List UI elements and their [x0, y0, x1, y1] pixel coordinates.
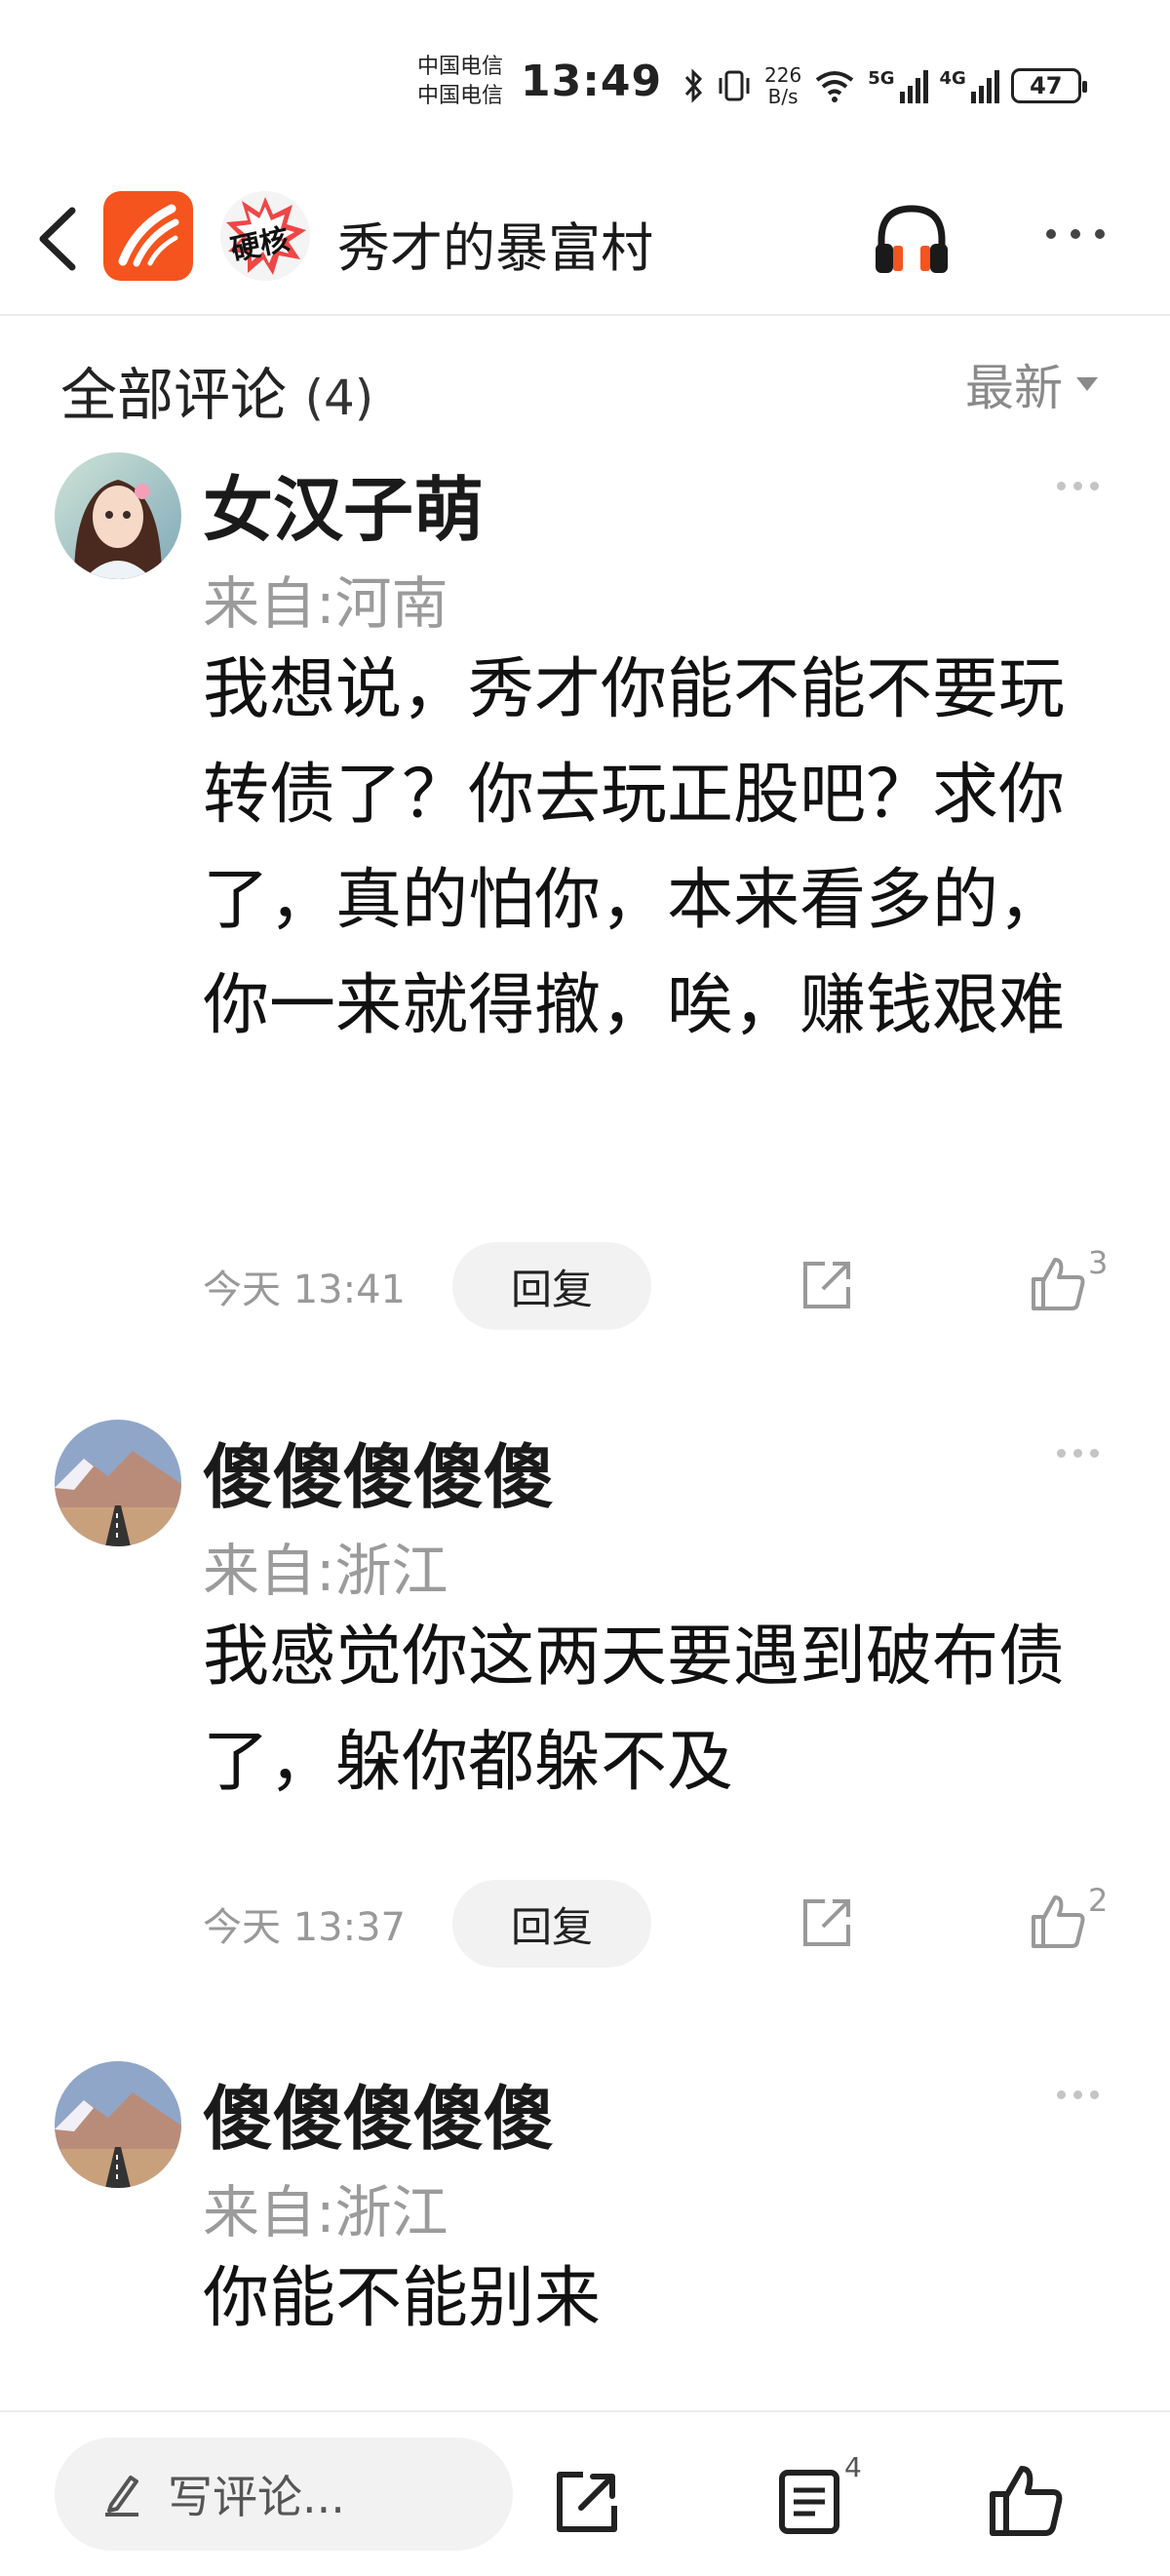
signal-5g-label: 5G — [868, 68, 895, 89]
reply-button[interactable]: 回复 — [452, 1242, 651, 1330]
thumbs-up-icon[interactable] — [1028, 1892, 1088, 1952]
pen-icon — [105, 2476, 138, 2517]
comment-text: 我感觉你这两天要遇到破布债了，躲你都躲不及 — [203, 1619, 1066, 1801]
headphones-icon[interactable] — [868, 195, 956, 283]
top-nav-bar: 硬核 秀才的暴富村 — [0, 166, 1170, 316]
app-logo-icon[interactable] — [103, 191, 193, 281]
like-count: 2 — [1088, 1882, 1109, 1919]
write-comment-placeholder: 写评论... — [168, 2471, 345, 2523]
commenter-name[interactable]: 女汉子萌 — [203, 452, 484, 555]
commenter-location: 来自:浙江 — [203, 2179, 448, 2245]
section-title-text: 全部评论 — [60, 362, 288, 428]
sort-dropdown[interactable]: 最新 — [965, 349, 1098, 419]
commenter-name[interactable]: 傻傻傻傻傻 — [203, 1420, 554, 1522]
share-icon[interactable] — [552, 2467, 622, 2537]
back-arrow-icon[interactable] — [29, 205, 88, 273]
carrier-info: 中国电信 中国电信 — [417, 53, 503, 111]
thumbs-up-icon[interactable] — [987, 2463, 1065, 2539]
avatar[interactable] — [55, 452, 181, 579]
commenter-location: 来自:浙江 — [203, 1538, 448, 1604]
battery-level: 47 — [1030, 72, 1063, 99]
more-options-icon[interactable] — [1041, 213, 1110, 255]
channel-title[interactable]: 秀才的暴富村 — [337, 205, 653, 282]
comment-count-badge: 4 — [844, 2451, 862, 2483]
comments-section-title: 全部评论 (4) — [60, 349, 373, 431]
avatar[interactable] — [55, 1420, 181, 1546]
avatar[interactable] — [55, 2061, 181, 2188]
comment-more-icon[interactable] — [1057, 1449, 1099, 1458]
status-bar: 中国电信 中国电信 13:49 226 B/s 5G 4G 47 — [0, 0, 1170, 166]
thumbs-up-icon[interactable] — [1028, 1254, 1088, 1314]
wifi-icon — [815, 71, 854, 102]
dropdown-triangle-icon — [1076, 377, 1098, 391]
carrier-1: 中国电信 — [417, 55, 504, 79]
vibrate-icon — [719, 70, 750, 101]
comment-time: 今天 13:41 — [203, 1268, 406, 1312]
comment-more-icon[interactable] — [1057, 482, 1099, 490]
sort-label: 最新 — [965, 360, 1063, 416]
comment-text: 你能不能别来 — [203, 2260, 602, 2337]
bluetooth-icon — [684, 68, 703, 103]
bottom-action-bar: 写评论... 4 — [0, 2410, 1170, 2576]
comment-more-icon[interactable] — [1057, 2090, 1099, 2099]
share-icon[interactable] — [798, 1256, 856, 1314]
comment-time: 今天 13:37 — [203, 1905, 406, 1950]
carrier-2: 中国电信 — [417, 84, 504, 108]
comment-count: (4) — [304, 370, 374, 426]
comment-meta: 今天 13:37 回复 — [203, 1880, 651, 1968]
net-speed-value: 226 — [764, 63, 802, 87]
net-speed-unit: B/s — [767, 85, 799, 108]
net-speed: 226 B/s — [764, 64, 801, 107]
commenter-location: 来自:河南 — [203, 570, 448, 637]
commenter-name[interactable]: 傻傻傻傻傻 — [203, 2061, 554, 2164]
comment-meta: 今天 13:41 回复 — [203, 1242, 651, 1330]
comment-text: 我想说，秀才你能不能不要玩转债了？你去玩正股吧？求你了，真的怕你，本来看多的，你… — [203, 651, 1066, 1044]
status-time: 13:49 — [521, 57, 663, 106]
status-icons: 226 B/s 5G 4G 47 — [682, 59, 1087, 113]
comments-list-icon[interactable] — [776, 2467, 842, 2537]
like-count: 3 — [1088, 1244, 1109, 1281]
channel-avatar[interactable]: 硬核 — [220, 191, 310, 281]
write-comment-input[interactable]: 写评论... — [55, 2438, 513, 2551]
signal-5g: 5G — [868, 68, 928, 103]
reply-button[interactable]: 回复 — [452, 1880, 651, 1968]
signal-4g-label: 4G — [939, 68, 966, 89]
share-icon[interactable] — [798, 1893, 856, 1952]
signal-4g: 4G — [940, 68, 999, 103]
battery-icon: 47 — [1010, 68, 1087, 103]
